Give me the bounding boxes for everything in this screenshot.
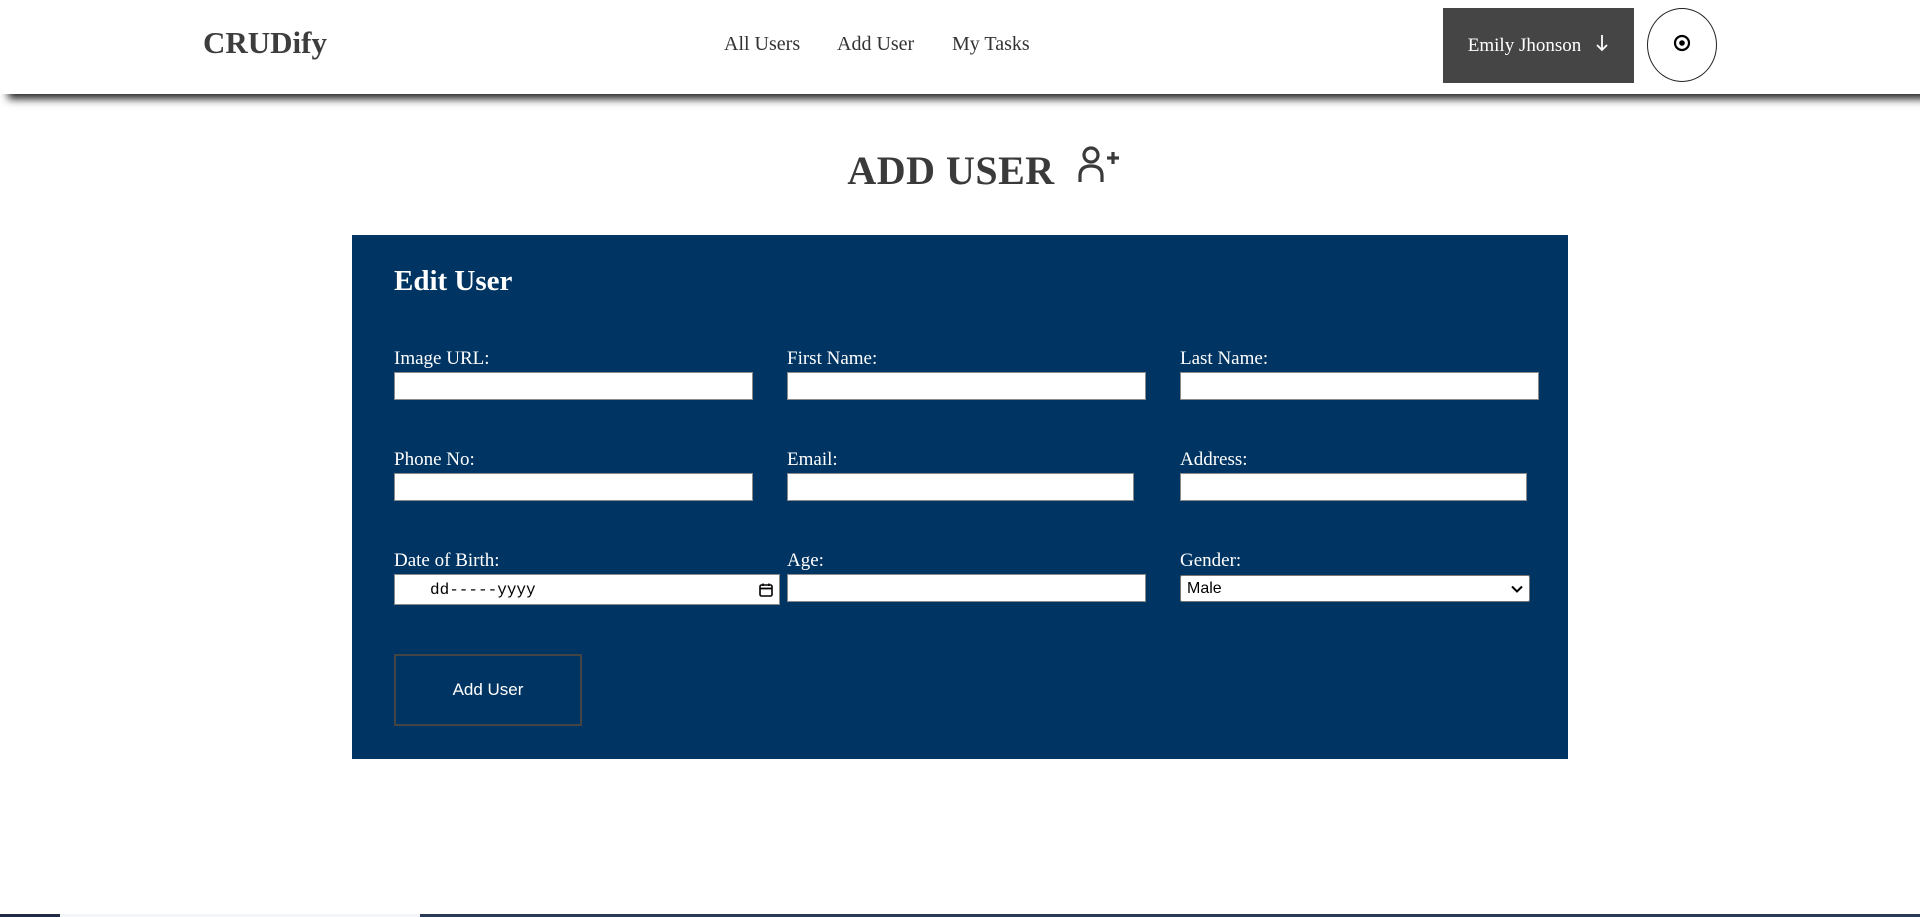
- add-user-submit-button[interactable]: Add User: [394, 654, 582, 726]
- dob-placeholder: dd-----yyyy: [430, 580, 536, 599]
- image-url-label: Image URL:: [394, 348, 490, 369]
- dob-date-input[interactable]: dd-----yyyy: [394, 574, 780, 605]
- user-form-card: Edit User Image URL: First Name: Last Na…: [352, 235, 1568, 759]
- gender-label: Gender:: [1180, 550, 1242, 571]
- user-name: Emily Jhonson: [1467, 34, 1582, 56]
- image-url-input[interactable]: [394, 372, 753, 400]
- email-label: Email:: [787, 449, 838, 470]
- email-input[interactable]: [787, 473, 1134, 501]
- last-name-label: Last Name:: [1180, 348, 1269, 369]
- phone-input[interactable]: [394, 473, 753, 501]
- first-name-label: First Name:: [787, 348, 878, 369]
- gender-select[interactable]: Male: [1180, 575, 1530, 602]
- arrow-down-icon: [1595, 34, 1609, 58]
- user-menu-button[interactable]: Emily Jhonson: [1443, 8, 1634, 83]
- nav-link-all-users[interactable]: All Users: [724, 33, 800, 56]
- address-label: Address:: [1180, 449, 1248, 470]
- nav-link-my-tasks[interactable]: My Tasks: [952, 33, 1030, 56]
- calendar-icon[interactable]: [758, 582, 774, 598]
- navbar: CRUDify All Users Add User My Tasks Emil…: [0, 0, 1920, 94]
- first-name-input[interactable]: [787, 372, 1146, 400]
- page-title: ADD USER: [847, 148, 1055, 193]
- chevron-down-icon: [1511, 580, 1523, 598]
- age-input[interactable]: [787, 574, 1146, 602]
- user-plus-icon: [1077, 144, 1123, 191]
- theme-toggle-button[interactable]: [1647, 8, 1717, 82]
- phone-label: Phone No:: [394, 449, 475, 470]
- age-label: Age:: [787, 550, 824, 571]
- dob-label: Date of Birth:: [394, 550, 500, 571]
- form-heading: Edit User: [394, 265, 513, 297]
- nav-link-add-user[interactable]: Add User: [837, 33, 914, 56]
- brand-logo[interactable]: CRUDify: [203, 25, 327, 61]
- address-input[interactable]: [1180, 473, 1527, 501]
- page-header: ADD USER: [0, 144, 1920, 194]
- gender-selected-value: Male: [1187, 579, 1222, 597]
- last-name-input[interactable]: [1180, 372, 1539, 400]
- target-icon: [1673, 34, 1691, 57]
